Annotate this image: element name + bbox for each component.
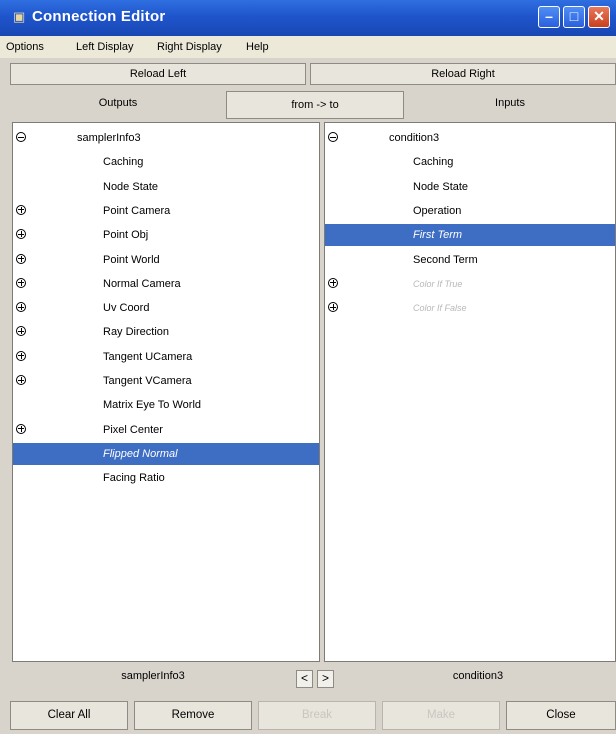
row-label: Normal Camera	[103, 277, 181, 290]
expand-icon[interactable]	[16, 375, 26, 385]
remove-button[interactable]: Remove	[134, 701, 252, 730]
right-attribute-row[interactable]: First Term	[325, 224, 615, 247]
expand-icon[interactable]	[16, 277, 26, 288]
collapse-icon[interactable]	[328, 132, 338, 142]
right-attribute-row[interactable]: Second Term	[325, 249, 615, 271]
left-attribute-row[interactable]: Uv Coord	[13, 297, 319, 319]
expand-icon[interactable]	[16, 229, 26, 240]
row-label: samplerInfo3	[77, 132, 141, 144]
maximize-icon: □	[569, 8, 579, 24]
row-label: Point World	[103, 253, 160, 266]
clear-all-button[interactable]: Clear All	[10, 701, 128, 730]
reload-right-button[interactable]: Reload Right	[310, 63, 616, 85]
left-attribute-row[interactable]: Tangent UCamera	[13, 346, 319, 368]
row-label: Point Obj	[103, 229, 149, 242]
left-attribute-row[interactable]: Node State	[13, 176, 319, 198]
row-label: First Term	[413, 229, 463, 242]
row-label: Facing Ratio	[103, 472, 165, 485]
scroll-left-button[interactable]: <	[296, 670, 313, 688]
row-label: Pixel Center	[103, 423, 163, 436]
window-title: Connection Editor	[32, 8, 166, 25]
left-attribute-row[interactable]: Point Obj	[13, 224, 319, 246]
break-button[interactable]: Break	[258, 701, 376, 730]
expand-icon[interactable]	[16, 423, 26, 434]
expand-icon[interactable]	[328, 277, 338, 288]
direction-toggle-button[interactable]: from -> to	[226, 91, 404, 119]
scroll-right-button[interactable]: >	[317, 670, 334, 688]
row-label: Uv Coord	[103, 302, 150, 315]
row-label: Operation	[413, 204, 462, 217]
menu-right-display[interactable]: Right Display	[157, 41, 222, 53]
action-button-bar: Clear All Remove Break Make Close	[10, 701, 616, 730]
right-attribute-row[interactable]: Caching	[325, 151, 615, 173]
reload-bar: Reload Left Reload Right	[10, 63, 616, 85]
row-label: Tangent UCamera	[103, 350, 193, 363]
row-label: Ray Direction	[103, 326, 170, 339]
app-icon: ▣	[13, 9, 26, 24]
row-label: Caching	[103, 156, 144, 169]
right-attribute-row[interactable]: Node State	[325, 176, 615, 198]
right-attribute-row[interactable]: Operation	[325, 200, 615, 222]
expand-icon[interactable]	[16, 326, 26, 337]
row-label: Color If True	[413, 278, 463, 289]
expand-icon[interactable]	[16, 253, 26, 264]
maximize-button[interactable]: □	[563, 6, 585, 28]
left-attribute-row[interactable]: Ray Direction	[13, 321, 319, 343]
inputs-header: Inputs	[495, 97, 525, 109]
menu-left-display[interactable]: Left Display	[76, 41, 133, 53]
node-footer: samplerInfo3 < > condition3	[10, 664, 616, 690]
row-label: Node State	[413, 180, 469, 193]
outputs-list[interactable]: samplerInfo3 Caching Node State Point Camer…	[12, 122, 320, 662]
left-attribute-row[interactable]: Tangent VCamera	[13, 370, 319, 392]
make-button[interactable]: Make	[382, 701, 500, 730]
left-attribute-row[interactable]: Matrix Eye To World	[13, 394, 319, 416]
left-attribute-row[interactable]: Facing Ratio	[13, 467, 319, 489]
row-label: Matrix Eye To World	[103, 399, 202, 412]
left-node-row[interactable]: samplerInfo3	[13, 127, 319, 149]
left-attribute-row[interactable]: Normal Camera	[13, 273, 319, 295]
menu-bar: Options Left Display Right Display Help	[0, 36, 616, 58]
expand-icon[interactable]	[16, 302, 26, 313]
left-node-name: samplerInfo3	[121, 670, 185, 682]
right-node-row[interactable]: condition3	[325, 127, 615, 149]
row-label: Color If False	[413, 303, 467, 314]
row-label: Tangent VCamera	[103, 375, 192, 387]
column-header-bar: Outputs from -> to Inputs	[10, 91, 616, 119]
close-button[interactable]: Close	[506, 701, 616, 730]
title-bar: ▣ Connection Editor – □ ✕	[0, 0, 616, 36]
left-attribute-row[interactable]: Point Camera	[13, 200, 319, 222]
right-node-name: condition3	[452, 670, 504, 682]
row-label: condition3	[389, 132, 440, 144]
row-label: Point Camera	[103, 204, 171, 217]
expand-icon[interactable]	[328, 302, 338, 313]
right-attribute-row[interactable]: Color If False	[325, 297, 615, 319]
inputs-list[interactable]: condition3 Caching Node State Operation Firs…	[324, 122, 616, 662]
row-label: Flipped Normal	[103, 447, 178, 460]
expand-icon[interactable]	[16, 204, 26, 215]
outputs-header: Outputs	[98, 97, 138, 109]
reload-left-button[interactable]: Reload Left	[10, 63, 306, 85]
minimize-icon: –	[545, 8, 553, 24]
expand-icon[interactable]	[16, 350, 26, 361]
close-window-button[interactable]: ✕	[588, 6, 610, 28]
minimize-button[interactable]: –	[538, 6, 560, 28]
menu-options[interactable]: Options	[6, 41, 44, 53]
left-attribute-row[interactable]: Point World	[13, 249, 319, 271]
row-label: Caching	[413, 156, 454, 169]
close-icon: ✕	[593, 8, 605, 24]
menu-help[interactable]: Help	[246, 41, 269, 53]
collapse-icon[interactable]	[16, 132, 26, 142]
right-attribute-row[interactable]: Color If True	[325, 273, 615, 295]
row-label: Second Term	[413, 253, 478, 266]
left-attribute-row[interactable]: Caching	[13, 151, 319, 173]
left-attribute-row[interactable]: Flipped Normal	[13, 442, 319, 465]
left-attribute-row[interactable]: Pixel Center	[13, 419, 319, 441]
row-label: Node State	[103, 180, 159, 193]
